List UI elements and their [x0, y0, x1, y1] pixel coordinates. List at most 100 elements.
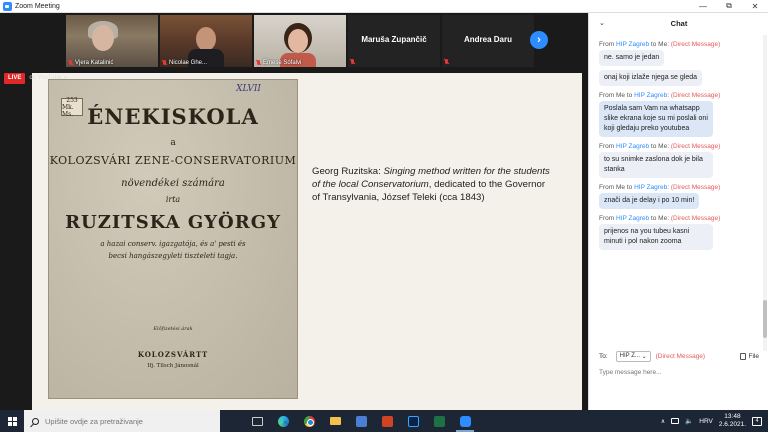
minimize-button[interactable]: — — [690, 0, 716, 13]
chat-message-meta: From HIP Zagreb to Me: (Direct Message) — [599, 143, 721, 150]
chat-message-bubble: Poslala sam Vam na whatsapp slike ekrana… — [599, 101, 713, 137]
taskbar-file-explorer[interactable] — [322, 410, 348, 432]
network-icon[interactable] — [671, 418, 680, 424]
book-text: KOLOZSVÁRTT — [137, 350, 209, 359]
to-label: To: — [599, 352, 608, 360]
participant-tile[interactable]: Vjera Katalinić — [66, 15, 158, 67]
chat-message-bubble: ne. samo je jedan — [599, 50, 665, 66]
book-text: a hazai conserv. igazgatója, és a' pesti… — [100, 240, 246, 248]
chat-recipient-row: To: HIP Z... ⌄ (Direct Message) File — [599, 349, 759, 363]
taskbar-chrome[interactable] — [296, 410, 322, 432]
participant-video — [196, 27, 216, 51]
chat-message-meta: From HIP Zagreb to Me: (Direct Message) — [599, 215, 721, 222]
chat-panel: ⌄ Chat From HIP Zagreb to Me: (Direct Me… — [588, 13, 768, 410]
task-view-icon — [251, 416, 263, 426]
show-hidden-icons-button[interactable]: ∧ — [661, 418, 665, 425]
book-text: növendékei számára — [121, 178, 225, 189]
meeting-video-area: Vjera Katalinić Nicolae Ghe... Emese Sóf… — [0, 13, 588, 410]
task-view-button[interactable] — [244, 410, 270, 432]
chevron-down-icon[interactable]: ⌄ — [599, 19, 605, 27]
taskbar-search[interactable] — [24, 410, 220, 432]
excel-icon — [433, 415, 445, 427]
book-title-page-image: 253 Mk. Ms. XLVII ÉNEKISKOLA a KOLOZSVÁR… — [48, 79, 298, 399]
chat-message-meta: From Me to HIP Zagreb: (Direct Message) — [599, 92, 721, 99]
participant-name: Emese Sófalvi — [263, 60, 302, 66]
book-text: RUZITSKA GYÖRGY — [65, 212, 281, 233]
participant-strip: Vjera Katalinić Nicolae Ghe... Emese Sóf… — [66, 15, 534, 67]
book-text: Előfizetési árak — [153, 326, 193, 332]
mic-muted-icon — [350, 59, 355, 65]
participant-video — [288, 29, 308, 53]
taskbar-photoshop[interactable] — [400, 410, 426, 432]
mic-muted-icon — [68, 60, 73, 66]
catalog-number: XLVII — [236, 84, 261, 94]
chat-message-bubble: onaj koji izlaže njega se gleda — [599, 70, 703, 86]
book-text: irta — [165, 195, 181, 204]
chat-message-meta: From Me to HIP Zagreb: (Direct Message) — [599, 184, 721, 191]
taskbar-apps — [244, 410, 478, 432]
participant-tile[interactable]: Andrea Daru — [442, 15, 534, 67]
direct-message-label: (Direct Message) — [655, 352, 706, 360]
book-text: becsi hangászegyleti tiszteleti tagja. — [108, 252, 238, 260]
clock-date: 2.6.2021. — [718, 421, 746, 428]
next-participants-button[interactable]: › — [530, 31, 548, 49]
recipient-select[interactable]: HIP Z... ⌄ — [615, 350, 651, 362]
participant-tile[interactable]: Nicolae Ghe... — [160, 15, 252, 67]
taskbar-edge[interactable] — [270, 410, 296, 432]
chat-message-input[interactable] — [599, 366, 759, 378]
close-button[interactable]: ✕ — [742, 0, 768, 13]
mic-muted-icon — [256, 60, 261, 66]
chat-message-list[interactable]: From HIP Zagreb to Me: (Direct Message) n… — [589, 35, 761, 349]
taskbar-store[interactable] — [348, 410, 374, 432]
store-icon — [355, 415, 367, 427]
folder-icon — [329, 417, 341, 425]
participant-tile[interactable]: Emese Sófalvi — [254, 15, 346, 67]
maximize-button[interactable]: ⧉ — [716, 0, 742, 13]
clock-time: 13:48 — [724, 413, 741, 420]
book-text: a — [170, 138, 176, 148]
taskbar-zoom[interactable] — [452, 410, 478, 432]
dropdown-arrow-icon: ▾ — [64, 75, 67, 81]
participant-video — [92, 25, 114, 51]
taskbar-excel[interactable] — [426, 410, 452, 432]
chat-message-bubble: znači da je delay i po 10 min! — [599, 193, 700, 209]
participant-name: Nicolae Ghe... — [169, 60, 208, 66]
chat-message-meta: From HIP Zagreb to Me: (Direct Message) — [599, 41, 721, 48]
file-icon — [739, 352, 746, 360]
search-input[interactable] — [45, 416, 215, 426]
windows-taskbar: ∧ 🔈 HRV 13:48 2.6.2021. 4 — [0, 410, 768, 432]
edge-icon — [277, 415, 289, 427]
taskbar-powerpoint[interactable] — [374, 410, 400, 432]
chat-header: ⌄ Chat — [589, 13, 768, 33]
windows-logo-icon — [7, 416, 17, 426]
participant-tile[interactable]: Maruša Zupančič — [348, 15, 440, 67]
zoom-app-icon — [3, 1, 12, 11]
screen: Zoom Meeting — ⧉ ✕ Vjera Katalinić Nicol… — [0, 0, 768, 432]
participant-name: Vjera Katalinić — [75, 60, 114, 66]
mic-muted-icon — [162, 60, 167, 66]
book-text: KOLOZSVÁRI ZENE-CONSERVATORIUM — [49, 154, 297, 167]
system-tray: ∧ 🔈 HRV 13:48 2.6.2021. 4 — [661, 413, 768, 429]
notification-center-button[interactable]: 4 — [752, 416, 762, 426]
volume-icon[interactable]: 🔈 — [685, 417, 693, 425]
chat-scrollbar[interactable] — [763, 35, 767, 351]
chat-message-bubble: to su snimke zaslona dok je bila stanka — [599, 152, 713, 178]
live-stream-indicator[interactable]: LIVE on YouTube ▾ — [4, 72, 67, 84]
photoshop-icon — [407, 415, 419, 427]
language-indicator[interactable]: HRV — [699, 418, 713, 425]
participant-name: Maruša Zupančič — [361, 35, 427, 44]
chrome-icon — [303, 415, 315, 427]
clock[interactable]: 13:48 2.6.2021. — [719, 413, 746, 429]
file-button[interactable]: File — [739, 352, 759, 360]
live-badge: LIVE — [4, 72, 26, 84]
chat-title: Chat — [670, 18, 688, 28]
mic-muted-icon — [444, 59, 449, 65]
book-text: ÉNEKISKOLA — [87, 104, 259, 129]
window-title: Zoom Meeting — [15, 2, 60, 10]
title-bar: Zoom Meeting — ⧉ ✕ — [0, 0, 768, 13]
scrollbar-thumb[interactable] — [763, 300, 767, 338]
book-text: Ifj. Tilsch Jánosnál — [147, 363, 199, 369]
slide-caption: Georg Ruzitska: Singing method written f… — [312, 166, 550, 203]
powerpoint-icon — [381, 415, 393, 427]
start-button[interactable] — [0, 410, 24, 432]
